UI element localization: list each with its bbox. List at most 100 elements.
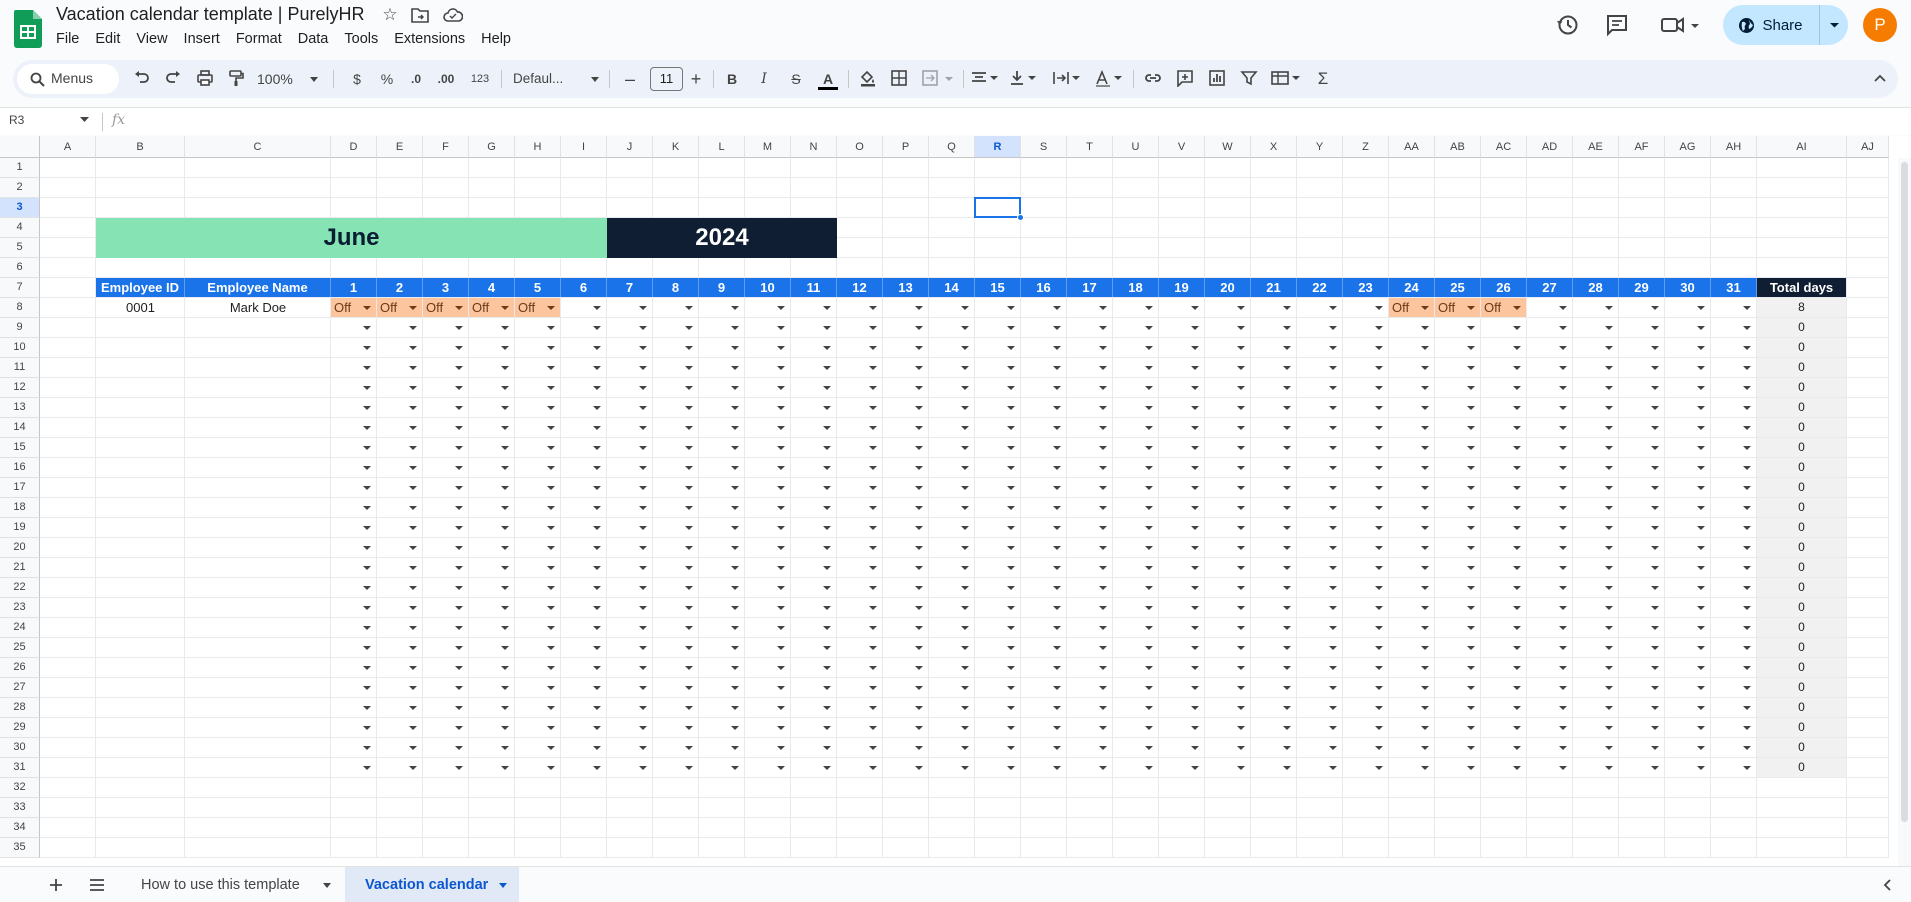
dropdown-caret-icon[interactable] bbox=[409, 766, 417, 770]
dropdown-caret-icon[interactable] bbox=[869, 526, 877, 530]
dropdown-caret-icon[interactable] bbox=[547, 346, 555, 350]
dropdown-caret-icon[interactable] bbox=[639, 626, 647, 630]
collapse-toolbar-button[interactable] bbox=[1868, 67, 1892, 91]
dropdown-caret-icon[interactable] bbox=[1605, 466, 1613, 470]
dropdown-caret-icon[interactable] bbox=[1283, 466, 1291, 470]
vertical-align-button[interactable] bbox=[1007, 67, 1043, 91]
column-header-f[interactable]: F bbox=[423, 136, 469, 158]
row-header-13[interactable]: 13 bbox=[0, 398, 40, 418]
dropdown-caret-icon[interactable] bbox=[1053, 346, 1061, 350]
dropdown-caret-icon[interactable] bbox=[1697, 546, 1705, 550]
dropdown-caret-icon[interactable] bbox=[1329, 526, 1337, 530]
dropdown-caret-icon[interactable] bbox=[1743, 326, 1751, 330]
dropdown-caret-icon[interactable] bbox=[593, 426, 601, 430]
menu-view[interactable]: View bbox=[128, 30, 175, 50]
dropdown-caret-icon[interactable] bbox=[547, 306, 555, 310]
dropdown-caret-icon[interactable] bbox=[593, 606, 601, 610]
dropdown-caret-icon[interactable] bbox=[1053, 366, 1061, 370]
dropdown-caret-icon[interactable] bbox=[1559, 306, 1567, 310]
dropdown-caret-icon[interactable] bbox=[777, 646, 785, 650]
dropdown-caret-icon[interactable] bbox=[639, 666, 647, 670]
dropdown-caret-icon[interactable] bbox=[363, 386, 371, 390]
italic-button[interactable]: I bbox=[752, 67, 776, 91]
dropdown-caret-icon[interactable] bbox=[639, 586, 647, 590]
dropdown-caret-icon[interactable] bbox=[1513, 586, 1521, 590]
dropdown-caret-icon[interactable] bbox=[1375, 666, 1383, 670]
dropdown-caret-icon[interactable] bbox=[501, 586, 509, 590]
dropdown-caret-icon[interactable] bbox=[731, 506, 739, 510]
dropdown-caret-icon[interactable] bbox=[685, 386, 693, 390]
dropdown-caret-icon[interactable] bbox=[777, 466, 785, 470]
dropdown-caret-icon[interactable] bbox=[1099, 426, 1107, 430]
dropdown-caret-icon[interactable] bbox=[1467, 426, 1475, 430]
dropdown-caret-icon[interactable] bbox=[1145, 766, 1153, 770]
dropdown-caret-icon[interactable] bbox=[1007, 406, 1015, 410]
dropdown-caret-icon[interactable] bbox=[1467, 306, 1475, 310]
dropdown-caret-icon[interactable] bbox=[685, 706, 693, 710]
dropdown-caret-icon[interactable] bbox=[1697, 326, 1705, 330]
dropdown-caret-icon[interactable] bbox=[1283, 526, 1291, 530]
dropdown-caret-icon[interactable] bbox=[1099, 566, 1107, 570]
dropdown-caret-icon[interactable] bbox=[1421, 366, 1429, 370]
dropdown-caret-icon[interactable] bbox=[1421, 686, 1429, 690]
dropdown-caret-icon[interactable] bbox=[915, 546, 923, 550]
dropdown-caret-icon[interactable] bbox=[1605, 586, 1613, 590]
dropdown-caret-icon[interactable] bbox=[915, 726, 923, 730]
dropdown-caret-icon[interactable] bbox=[1283, 486, 1291, 490]
dropdown-caret-icon[interactable] bbox=[1467, 626, 1475, 630]
dropdown-caret-icon[interactable] bbox=[915, 686, 923, 690]
dropdown-caret-icon[interactable] bbox=[1421, 346, 1429, 350]
dropdown-caret-icon[interactable] bbox=[1421, 726, 1429, 730]
dropdown-caret-icon[interactable] bbox=[1421, 766, 1429, 770]
dropdown-caret-icon[interactable] bbox=[1329, 726, 1337, 730]
dropdown-caret-icon[interactable] bbox=[1375, 626, 1383, 630]
undo-button[interactable] bbox=[130, 67, 154, 91]
dropdown-caret-icon[interactable] bbox=[1605, 486, 1613, 490]
dropdown-caret-icon[interactable] bbox=[1329, 366, 1337, 370]
dropdown-caret-icon[interactable] bbox=[363, 426, 371, 430]
dropdown-caret-icon[interactable] bbox=[1283, 406, 1291, 410]
row-header-32[interactable]: 32 bbox=[0, 778, 40, 798]
dropdown-caret-icon[interactable] bbox=[1421, 326, 1429, 330]
column-header-aj[interactable]: AJ bbox=[1847, 136, 1889, 158]
dropdown-caret-icon[interactable] bbox=[593, 466, 601, 470]
dropdown-caret-icon[interactable] bbox=[1697, 426, 1705, 430]
dropdown-caret-icon[interactable] bbox=[777, 366, 785, 370]
dropdown-caret-icon[interactable] bbox=[1697, 706, 1705, 710]
dropdown-caret-icon[interactable] bbox=[1283, 326, 1291, 330]
dropdown-caret-icon[interactable] bbox=[731, 366, 739, 370]
row-header-27[interactable]: 27 bbox=[0, 678, 40, 698]
dropdown-caret-icon[interactable] bbox=[1559, 446, 1567, 450]
grid-canvas[interactable]: A B C D E F G H I J K L M N O P Q R S T U V W X Y Z AA AB AC AD AE AF AG… bbox=[0, 136, 1911, 866]
dropdown-caret-icon[interactable] bbox=[823, 586, 831, 590]
dropdown-caret-icon[interactable] bbox=[1743, 706, 1751, 710]
dropdown-caret-icon[interactable] bbox=[1743, 766, 1751, 770]
dropdown-caret-icon[interactable] bbox=[1191, 366, 1199, 370]
dropdown-caret-icon[interactable] bbox=[823, 566, 831, 570]
dropdown-caret-icon[interactable] bbox=[1697, 566, 1705, 570]
share-main[interactable]: Share bbox=[1723, 5, 1818, 45]
row-header-17[interactable]: 17 bbox=[0, 478, 40, 498]
dropdown-caret-icon[interactable] bbox=[1559, 526, 1567, 530]
dropdown-caret-icon[interactable] bbox=[1283, 726, 1291, 730]
dropdown-caret-icon[interactable] bbox=[1421, 706, 1429, 710]
dropdown-caret-icon[interactable] bbox=[547, 466, 555, 470]
dropdown-caret-icon[interactable] bbox=[961, 646, 969, 650]
dropdown-caret-icon[interactable] bbox=[777, 666, 785, 670]
dropdown-caret-icon[interactable] bbox=[363, 486, 371, 490]
dropdown-caret-icon[interactable] bbox=[547, 446, 555, 450]
dropdown-caret-icon[interactable] bbox=[915, 406, 923, 410]
dropdown-caret-icon[interactable] bbox=[915, 326, 923, 330]
dropdown-caret-icon[interactable] bbox=[501, 366, 509, 370]
menu-format[interactable]: Format bbox=[228, 30, 290, 50]
strikethrough-button[interactable]: S bbox=[784, 67, 808, 91]
column-header-ad[interactable]: AD bbox=[1527, 136, 1573, 158]
column-header-e[interactable]: E bbox=[377, 136, 423, 158]
dropdown-caret-icon[interactable] bbox=[639, 446, 647, 450]
chevron-left-icon[interactable] bbox=[1878, 875, 1898, 895]
dropdown-caret-icon[interactable] bbox=[1191, 766, 1199, 770]
dropdown-caret-icon[interactable] bbox=[823, 386, 831, 390]
row-header-34[interactable]: 34 bbox=[0, 818, 40, 838]
dropdown-caret-icon[interactable] bbox=[1743, 446, 1751, 450]
dropdown-caret-icon[interactable] bbox=[1053, 466, 1061, 470]
